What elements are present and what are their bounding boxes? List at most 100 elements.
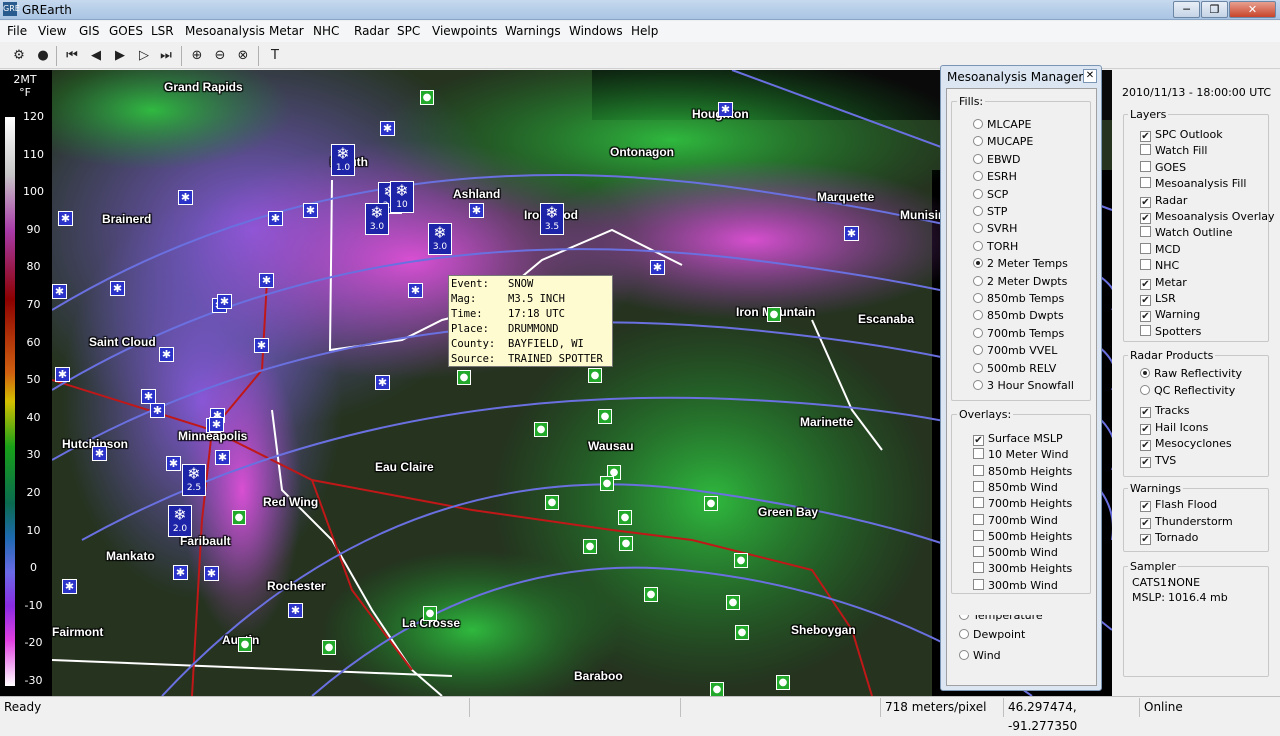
overlay-option[interactable]: 500mb Heights — [973, 529, 1072, 543]
snow-report-icon[interactable]: ✱ — [844, 226, 859, 241]
fill-option[interactable]: 2 Meter Temps — [973, 257, 1068, 270]
snow-report-icon[interactable]: ✱ — [650, 260, 665, 275]
snow-report-icon[interactable]: ✱ — [166, 456, 181, 471]
layer-option[interactable]: ✔ LSR — [1140, 292, 1176, 306]
radio-button[interactable] — [973, 240, 983, 251]
snow-report-icon[interactable]: ✱ — [209, 417, 224, 432]
zoom-in-icon[interactable]: ⊕ — [188, 47, 206, 65]
layer-option[interactable]: ✔ Mesoanalysis Overlay — [1140, 210, 1275, 224]
snow-report-icon[interactable]: ✱ — [62, 579, 77, 594]
rain-report-icon[interactable]: ● — [704, 496, 718, 511]
snow-report-icon[interactable]: ✱ — [141, 389, 156, 404]
radio-button[interactable] — [973, 153, 983, 164]
checkbox[interactable] — [973, 497, 984, 509]
checkbox[interactable] — [973, 464, 984, 476]
menu-view[interactable]: View — [38, 24, 66, 38]
fill-option[interactable]: STP — [973, 205, 1007, 218]
checkbox[interactable] — [1140, 259, 1151, 271]
layer-option[interactable]: Spotters — [1140, 324, 1201, 338]
checkbox[interactable]: ✔ — [973, 435, 984, 446]
radio-button[interactable] — [973, 345, 983, 356]
rain-report-icon[interactable]: ● — [420, 90, 434, 105]
record-icon[interactable]: ● — [34, 47, 52, 65]
snow-report-icon[interactable]: ✱ — [469, 203, 484, 218]
fill-option[interactable]: 700mb VVEL — [973, 344, 1057, 357]
rain-report-icon[interactable]: ● — [545, 495, 559, 510]
menu-gis[interactable]: GIS — [79, 24, 99, 38]
checkbox[interactable] — [973, 546, 984, 558]
overlay-option[interactable]: 300mb Heights — [973, 562, 1072, 575]
fill-option[interactable]: 850mb Dwpts — [973, 309, 1064, 322]
radio-button[interactable] — [973, 327, 983, 338]
menu-lsr[interactable]: LSR — [151, 24, 174, 38]
snow-total-marker[interactable]: ❄ 3.0 — [365, 203, 389, 235]
snow-total-marker[interactable]: ❄ 3.0 — [428, 223, 452, 255]
snow-report-icon[interactable]: ✱ — [204, 566, 219, 581]
rain-report-icon[interactable]: ● — [238, 637, 252, 652]
snow-total-marker[interactable]: ❄ 2.0 — [168, 505, 192, 537]
checkbox[interactable] — [973, 562, 984, 574]
radio-button[interactable] — [1140, 368, 1150, 378]
radio-button[interactable] — [973, 188, 983, 199]
fill-option[interactable]: 850mb Temps — [973, 292, 1064, 305]
warning-option[interactable]: ✔ Tornado — [1140, 531, 1198, 545]
fill-option[interactable]: MLCAPE — [973, 118, 1031, 131]
overlay-option[interactable]: ✔ Surface MSLP — [973, 432, 1063, 446]
background-option[interactable]: Temperature — [959, 615, 1043, 622]
snow-report-icon[interactable]: ✱ — [52, 284, 67, 299]
radio-button[interactable] — [1140, 384, 1150, 395]
snow-report-icon[interactable]: ✱ — [288, 603, 303, 618]
layer-option[interactable]: MCD — [1140, 242, 1181, 256]
snow-report-icon[interactable]: ✱ — [215, 450, 230, 465]
rain-report-icon[interactable]: ● — [598, 409, 612, 424]
snow-report-icon[interactable]: ✱ — [110, 281, 125, 296]
play-icon[interactable]: ▶ — [111, 47, 129, 65]
menu-goes[interactable]: GOES — [109, 24, 143, 38]
snow-report-icon[interactable]: ✱ — [303, 203, 318, 218]
warning-option[interactable]: ✔ Flash Flood — [1140, 498, 1217, 512]
radio-button[interactable] — [973, 223, 983, 234]
rain-report-icon[interactable]: ● — [618, 510, 632, 525]
snow-report-icon[interactable]: ✱ — [58, 211, 73, 226]
overlay-option[interactable]: 850mb Heights — [973, 464, 1072, 478]
menu-radar[interactable]: Radar — [354, 24, 389, 38]
layer-option[interactable]: Watch Outline — [1140, 226, 1233, 239]
radar-product-check[interactable]: ✔ Hail Icons — [1140, 421, 1208, 435]
step-forward-icon[interactable]: ▷ — [135, 47, 153, 65]
snow-report-icon[interactable]: ✱ — [718, 102, 733, 117]
checkbox[interactable] — [973, 529, 984, 541]
snow-report-icon[interactable]: ✱ — [254, 338, 269, 353]
menu-metar[interactable]: Metar — [269, 24, 304, 38]
menu-help[interactable]: Help — [631, 24, 658, 38]
checkbox[interactable]: ✔ — [1140, 295, 1151, 306]
layer-option[interactable]: ✔ SPC Outlook — [1140, 128, 1223, 142]
checkbox[interactable] — [1140, 226, 1151, 238]
snow-report-icon[interactable]: ✱ — [408, 283, 423, 298]
layer-option[interactable]: ✔ Metar — [1140, 276, 1187, 290]
checkbox[interactable] — [1140, 242, 1151, 254]
gear-icon[interactable]: ⚙ — [10, 47, 28, 65]
snow-report-icon[interactable]: ✱ — [375, 375, 390, 390]
checkbox[interactable]: ✔ — [1140, 311, 1151, 323]
fill-option[interactable]: MUCAPE — [973, 135, 1033, 148]
menu-windows[interactable]: Windows — [569, 24, 623, 38]
radio-button[interactable] — [959, 629, 969, 639]
rain-report-icon[interactable]: ● — [534, 422, 548, 437]
overlay-option[interactable]: 700mb Heights — [973, 497, 1072, 510]
menu-warnings[interactable]: Warnings — [505, 24, 561, 38]
overlay-option[interactable]: 500mb Wind — [973, 546, 1058, 559]
checkbox[interactable]: ✔ — [1140, 278, 1151, 290]
checkbox[interactable]: ✔ — [1140, 196, 1151, 208]
dialog-close-button[interactable]: ✕ — [1083, 69, 1097, 83]
snow-report-icon[interactable]: ✱ — [159, 347, 174, 362]
snow-total-marker[interactable]: ❄ 3.5 — [540, 203, 564, 235]
fill-option[interactable]: TORH — [973, 240, 1018, 253]
rain-report-icon[interactable]: ● — [726, 595, 740, 610]
skip-first-icon[interactable]: ⏮ — [63, 47, 81, 65]
zoom-reset-icon[interactable]: ⊗ — [234, 47, 252, 65]
radar-product-check[interactable]: ✔ Tracks — [1140, 404, 1190, 418]
snow-report-icon[interactable]: ✱ — [150, 403, 165, 418]
menu-spc[interactable]: SPC — [397, 24, 420, 38]
radio-button[interactable] — [973, 258, 983, 269]
snow-report-icon[interactable]: ✱ — [92, 446, 107, 461]
